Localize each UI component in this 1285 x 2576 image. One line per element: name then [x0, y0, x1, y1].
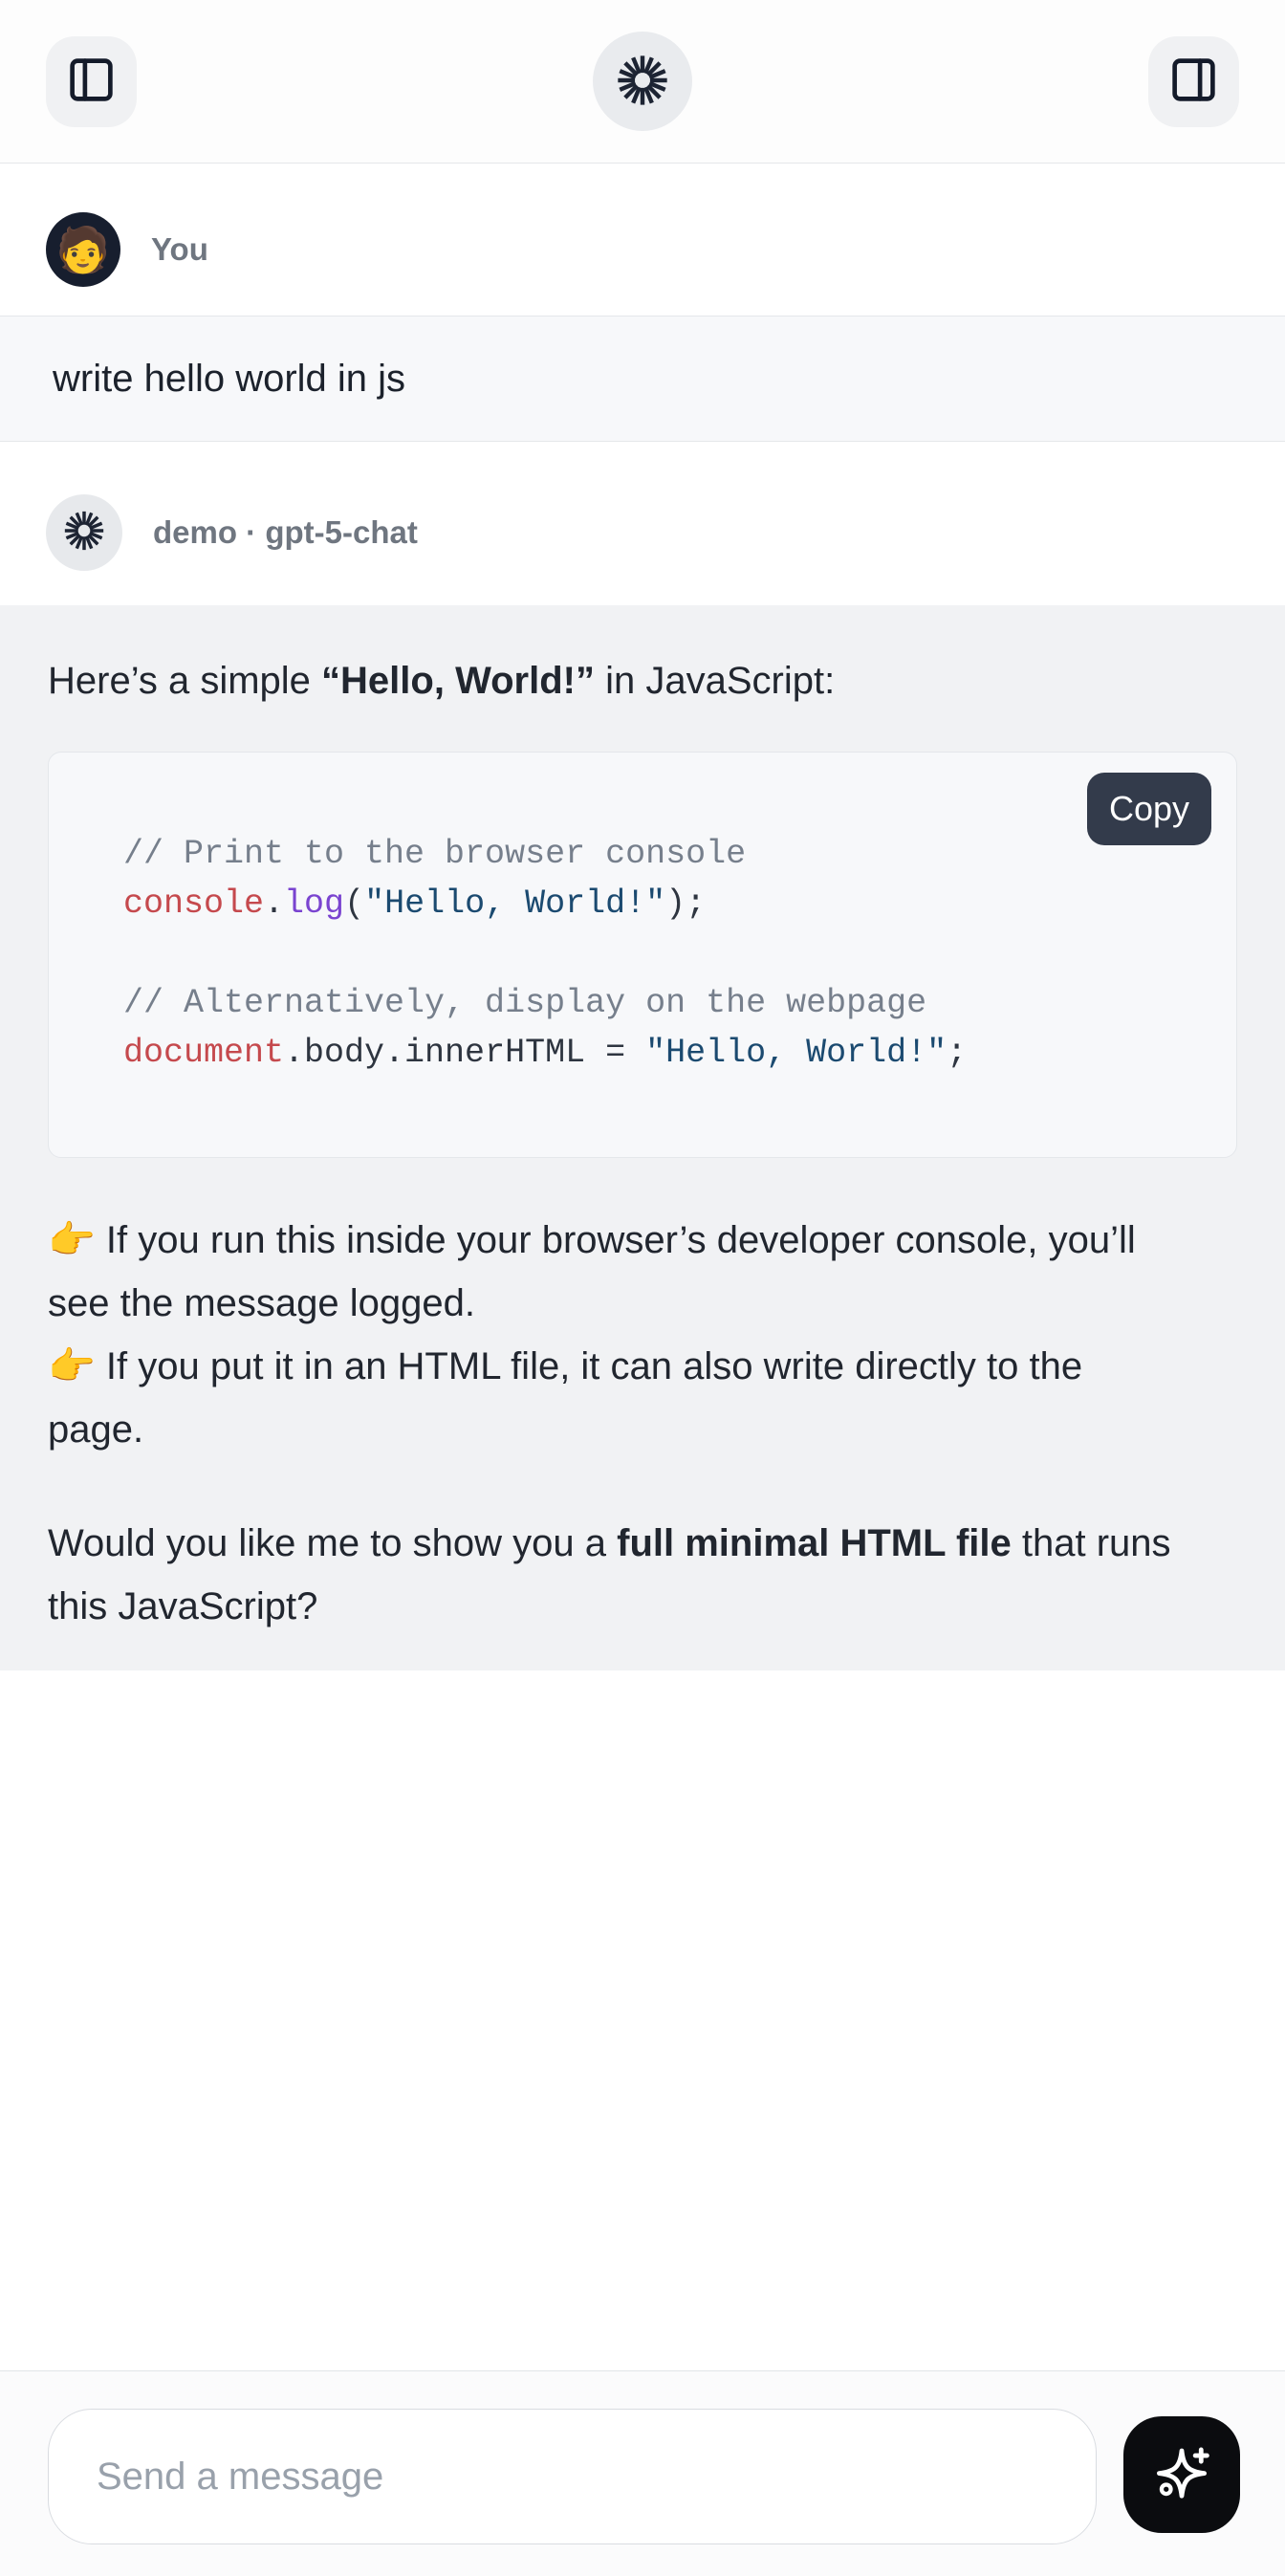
top-bar: [0, 0, 1285, 164]
assistant-turn-header: demo · gpt-5-chat: [0, 442, 1285, 605]
code-token: .: [264, 884, 284, 923]
paragraph-line: Would you like me to show you a full min…: [48, 1512, 1237, 1575]
starburst-avatar-icon: [63, 510, 105, 557]
assistant-paragraph-2: 👉 If you put it in an HTML file, it can …: [48, 1335, 1237, 1461]
right-panel-toggle-button[interactable]: [1148, 36, 1239, 127]
paragraph-bold-text: full minimal HTML file: [617, 1522, 1012, 1564]
assistant-message: Here’s a simple “Hello, World!” in JavaS…: [0, 605, 1285, 1670]
starburst-logo-icon: [616, 54, 669, 110]
code-token: document: [123, 1034, 284, 1072]
code-line: // Print to the browser console: [123, 829, 1236, 879]
code-token: console: [123, 884, 264, 923]
user-turn-label: You: [151, 231, 208, 268]
user-avatar: 🧑: [46, 212, 120, 287]
person-emoji: 🧑: [55, 228, 110, 272]
send-button[interactable]: [1123, 2416, 1240, 2533]
panel-left-icon: [66, 55, 117, 108]
paragraph-text: Would you like me to show you a: [48, 1522, 617, 1564]
message-input[interactable]: [48, 2409, 1097, 2544]
code-line: console.log("Hello, World!");: [123, 879, 1236, 928]
user-message-text: write hello world in js: [53, 358, 405, 401]
user-turn-header: 🧑 You: [0, 164, 1285, 316]
intro-bold-text: “Hello, World!”: [321, 660, 595, 702]
assistant-intro-line: Here’s a simple “Hello, World!” in JavaS…: [48, 649, 1237, 712]
chat-app: 🧑 You write hello world in js demo · gpt…: [0, 0, 1285, 2576]
code-token: // Alternatively, display on the webpage: [123, 984, 926, 1022]
assistant-turn-label: demo · gpt-5-chat: [153, 514, 418, 551]
paragraph-line: 👉 If you run this inside your browser’s …: [48, 1209, 1237, 1272]
paragraph-line: 👉 If you put it in an HTML file, it can …: [48, 1335, 1237, 1398]
app-logo-button[interactable]: [593, 32, 692, 131]
code-block: Copy // Print to the browser console con…: [48, 752, 1237, 1158]
code-token: log: [284, 884, 344, 923]
code-token: // Print to the browser console: [123, 835, 746, 873]
code-token: "Hello, World!": [364, 884, 665, 923]
code-content: // Print to the browser console console.…: [49, 753, 1236, 1078]
chat-scroll-area[interactable]: [0, 1670, 1285, 2370]
intro-text-after: in JavaScript:: [595, 660, 835, 702]
paragraph-line: this JavaScript?: [48, 1575, 1237, 1638]
code-token: ;: [947, 1034, 967, 1072]
paragraph-text: that runs: [1012, 1522, 1171, 1564]
user-message: write hello world in js: [0, 316, 1285, 442]
code-line: [123, 928, 1236, 978]
intro-text: Here’s a simple: [48, 660, 321, 702]
code-line: document.body.innerHTML = "Hello, World!…: [123, 1028, 1236, 1078]
code-token: .body.innerHTML =: [284, 1034, 645, 1072]
assistant-paragraph-1: 👉 If you run this inside your browser’s …: [48, 1209, 1237, 1335]
code-token: (: [344, 884, 364, 923]
code-line: // Alternatively, display on the webpage: [123, 978, 1236, 1028]
paragraph-line: page.: [48, 1398, 1237, 1461]
composer-bar: [0, 2370, 1285, 2576]
assistant-paragraph-3: Would you like me to show you a full min…: [48, 1512, 1237, 1638]
sidebar-toggle-button[interactable]: [46, 36, 137, 127]
assistant-avatar: [46, 494, 122, 571]
sparkle-icon: [1151, 2443, 1212, 2507]
code-token: "Hello, World!": [645, 1034, 947, 1072]
panel-right-icon: [1168, 55, 1219, 108]
paragraph-line: see the message logged.: [48, 1272, 1237, 1335]
copy-button[interactable]: Copy: [1087, 773, 1211, 845]
code-token: );: [665, 884, 706, 923]
